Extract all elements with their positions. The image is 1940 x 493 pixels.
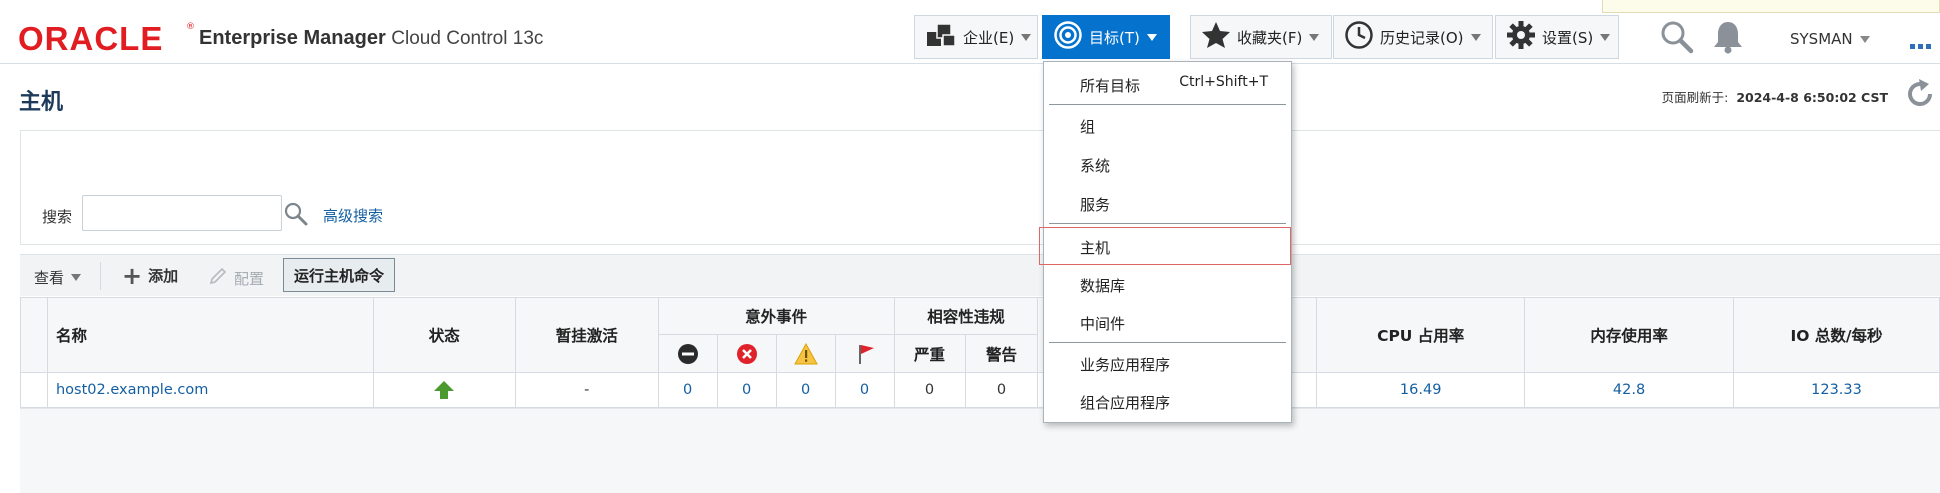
io-per-second-value[interactable]: 123.33 — [1733, 372, 1940, 408]
menu-item-services[interactable]: 服务 — [1080, 194, 1110, 215]
cpu-utilization-value[interactable]: 16.49 — [1316, 372, 1526, 408]
row-select-cell[interactable] — [20, 372, 48, 408]
view-menu[interactable]: 查看 — [34, 267, 82, 288]
menu-item-all-targets[interactable]: 所有目标 — [1080, 75, 1140, 96]
menu-item-databases[interactable]: 数据库 — [1080, 275, 1125, 296]
column-header-warning[interactable]: 警告 — [964, 334, 1039, 373]
star-icon — [1201, 21, 1231, 53]
search-input[interactable] — [82, 195, 282, 231]
history-menu-button[interactable]: 历史记录(O) — [1333, 15, 1493, 59]
search-icon[interactable] — [283, 201, 309, 231]
chevron-down-icon — [71, 274, 82, 281]
incident-warning-count[interactable]: 0 — [775, 372, 836, 408]
menu-item-hosts[interactable]: 主机 — [1080, 237, 1110, 258]
chevron-down-icon — [1021, 33, 1032, 41]
search-label: 搜索 — [42, 208, 73, 226]
clock-icon — [1344, 20, 1374, 54]
menu-item-highlight — [1039, 227, 1291, 265]
enterprise-icon — [925, 22, 957, 52]
add-button[interactable]: + 添加 — [122, 261, 179, 290]
notification-banner — [1602, 0, 1940, 13]
targets-menu-button[interactable]: 目标(T) — [1042, 15, 1170, 59]
hosts-table: 名称 状态 暂挂激活 意外事件 相容性违规 CPU 占用率 内存使用率 IO 总… — [20, 297, 1940, 408]
targets-dropdown-menu: 所有目标 Ctrl+Shift+T 组 系统 服务 主机 数据库 中间件 业务应… — [1039, 61, 1292, 423]
memory-utilization-value[interactable]: 42.8 — [1524, 372, 1735, 408]
incident-critical-count[interactable]: 0 — [716, 372, 777, 408]
warning-icon — [775, 334, 836, 373]
search-icon[interactable] — [1660, 20, 1694, 58]
chevron-down-icon — [1600, 33, 1611, 41]
configure-button[interactable]: 配置 — [208, 266, 264, 290]
targets-menu-label: 目标(T) — [1089, 28, 1140, 47]
fatal-icon — [657, 334, 718, 373]
menu-item-business-apps[interactable]: 业务应用程序 — [1080, 354, 1170, 375]
column-header-io[interactable]: IO 总数/每秒 — [1733, 297, 1940, 373]
column-header-name[interactable]: 名称 — [46, 297, 374, 373]
user-name: SYSMAN — [1790, 30, 1853, 48]
compliance-severe-count: 0 — [893, 372, 966, 408]
setup-menu-button[interactable]: 设置(S) — [1495, 15, 1619, 59]
history-menu-label: 历史记录(O) — [1380, 28, 1464, 47]
enterprise-menu-button[interactable]: 企业(E) — [914, 15, 1038, 59]
registered-mark: ® — [186, 22, 195, 32]
menu-separator — [1049, 104, 1286, 105]
column-header-incidents: 意外事件 — [657, 297, 895, 335]
critical-icon — [716, 334, 777, 373]
chevron-down-icon — [1470, 33, 1481, 41]
incident-fatal-count[interactable]: 0 — [657, 372, 718, 408]
enterprise-menu-label: 企业(E) — [963, 28, 1015, 47]
column-header-status[interactable]: 状态 — [372, 297, 516, 373]
menu-item-shortcut: Ctrl+Shift+T — [1179, 74, 1268, 90]
product-name: Enterprise Manager Cloud Control 13c — [199, 27, 543, 50]
plus-icon: + — [122, 261, 143, 290]
menu-separator — [1049, 223, 1286, 224]
oracle-logo: ORACLE — [18, 20, 164, 57]
setup-menu-label: 设置(S) — [1542, 28, 1594, 47]
blackout-cell: - — [514, 372, 659, 408]
table-empty-area — [20, 408, 1940, 493]
menu-separator — [1049, 342, 1286, 343]
table-row[interactable]: host02.example.com - 0 0 0 0 0 0 16.49 4… — [20, 372, 1940, 408]
column-header-blackout[interactable]: 暂挂激活 — [514, 297, 659, 373]
refresh-label: 页面刷新于: — [1661, 90, 1729, 105]
column-header-cpu[interactable]: CPU 占用率 — [1316, 297, 1526, 373]
configure-button-label: 配置 — [234, 269, 265, 288]
page-refresh-info: 页面刷新于: 2024-4-8 6:50:02 CST — [1662, 87, 1888, 106]
target-icon — [1053, 20, 1083, 54]
toolbar-divider — [100, 262, 101, 290]
chevron-down-icon — [1859, 35, 1870, 43]
column-header-compliance: 相容性违规 — [893, 297, 1039, 335]
menu-item-groups[interactable]: 组 — [1080, 116, 1095, 137]
select-column-header — [20, 297, 48, 373]
product-name-bold: Enterprise Manager — [199, 27, 386, 49]
more-icon[interactable] — [1910, 36, 1934, 49]
column-header-memory[interactable]: 内存使用率 — [1524, 297, 1735, 373]
favorites-menu-label: 收藏夹(F) — [1237, 28, 1303, 47]
pencil-icon — [208, 266, 228, 290]
menu-item-systems[interactable]: 系统 — [1080, 155, 1110, 176]
gear-icon — [1506, 20, 1536, 54]
add-button-label: 添加 — [148, 267, 179, 285]
refresh-icon[interactable] — [1904, 78, 1936, 114]
refresh-timestamp: 2024-4-8 6:50:02 CST — [1736, 90, 1888, 105]
column-header-severe[interactable]: 严重 — [893, 334, 966, 373]
page-title: 主机 — [19, 90, 64, 115]
run-host-command-button[interactable]: 运行主机命令 — [283, 258, 396, 292]
compliance-warning-count: 0 — [964, 372, 1039, 408]
favorites-menu-button[interactable]: 收藏夹(F) — [1190, 15, 1332, 59]
host-name-link[interactable]: host02.example.com — [46, 372, 374, 408]
escalated-flag-icon — [834, 334, 895, 373]
advanced-search-link[interactable]: 高级搜索 — [323, 205, 383, 226]
incident-escalated-count[interactable]: 0 — [834, 372, 895, 408]
status-up-icon — [372, 372, 516, 408]
menu-item-composite-apps[interactable]: 组合应用程序 — [1080, 392, 1170, 413]
chevron-down-icon — [1146, 33, 1157, 41]
menu-item-middleware[interactable]: 中间件 — [1080, 313, 1125, 334]
product-name-light: Cloud Control 13c — [391, 28, 544, 49]
user-menu[interactable]: SYSMAN — [1790, 30, 1870, 48]
view-menu-label: 查看 — [34, 269, 65, 287]
bell-icon[interactable] — [1712, 20, 1744, 58]
chevron-down-icon — [1309, 33, 1320, 41]
